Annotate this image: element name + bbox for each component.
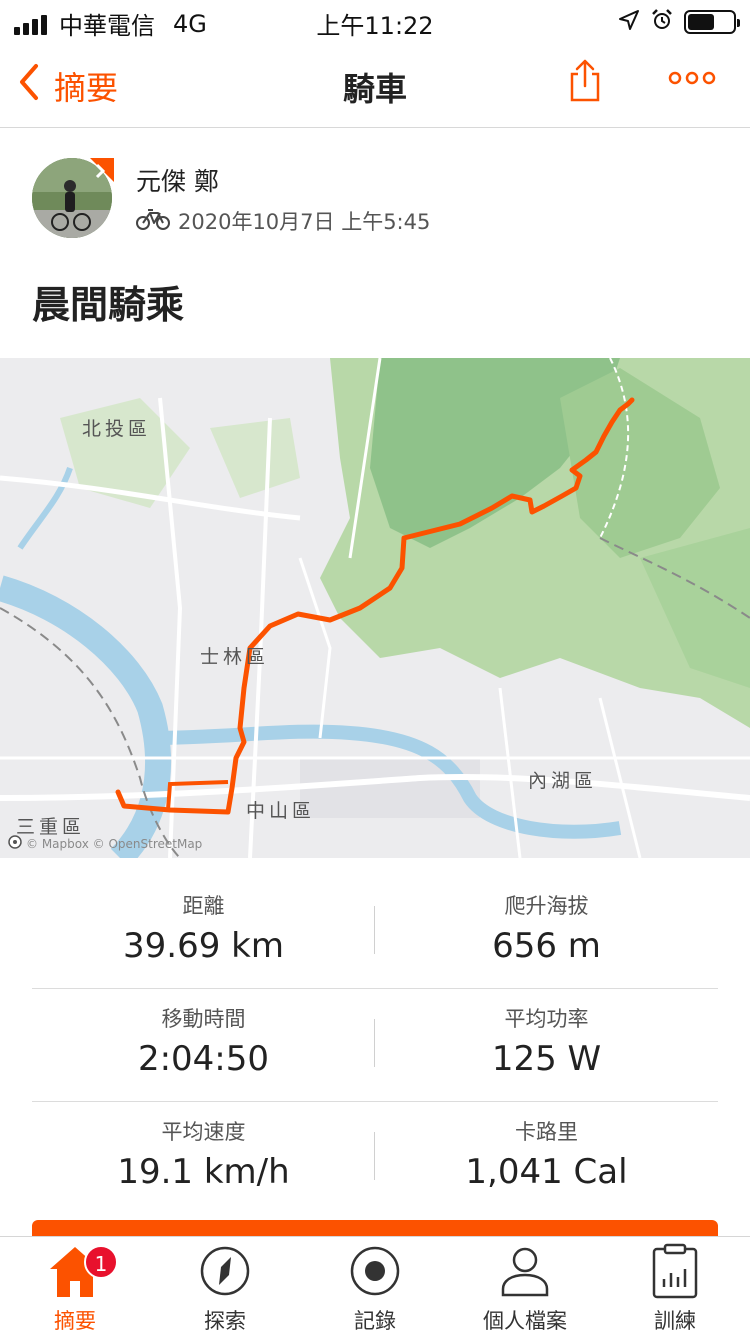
tab-label: 探索 xyxy=(204,1309,246,1333)
training-icon xyxy=(651,1243,699,1303)
stats-row: 距離 39.69 km 爬升海拔 656 m xyxy=(32,876,718,989)
info-icon xyxy=(8,835,22,852)
tab-profile[interactable]: 個人檔案 xyxy=(450,1243,600,1335)
status-bar: 中華電信 4G 上午11:22 xyxy=(0,0,750,40)
stat-value: 19.1 km/h xyxy=(117,1152,290,1192)
tab-record[interactable]: 記錄 xyxy=(300,1243,450,1335)
stats-row: 移動時間 2:04:50 平均功率 125 W xyxy=(32,989,718,1102)
tab-summary[interactable]: 1 摘要 xyxy=(0,1243,150,1335)
stat-value: 1,041 Cal xyxy=(465,1152,628,1192)
share-icon xyxy=(566,59,604,108)
stat-avg-power: 平均功率 125 W xyxy=(375,1003,718,1079)
stat-label: 平均速度 xyxy=(161,1120,246,1144)
stat-calories: 卡路里 1,041 Cal xyxy=(375,1116,718,1192)
compass-icon xyxy=(199,1245,251,1301)
notification-badge: 1 xyxy=(84,1245,118,1279)
chevron-left-icon xyxy=(16,62,42,110)
stat-value: 125 W xyxy=(491,1039,602,1079)
stats-row: 平均速度 19.1 km/h 卡路里 1,041 Cal xyxy=(32,1102,718,1215)
tab-explore[interactable]: 探索 xyxy=(150,1243,300,1335)
more-button[interactable] xyxy=(668,70,716,90)
stat-label: 卡路里 xyxy=(515,1120,578,1144)
stat-avg-speed: 平均速度 19.1 km/h xyxy=(32,1116,375,1192)
map-label-neihu: 內湖區 xyxy=(528,770,598,792)
activity-datetime: 2020年10月7日 上午5:45 xyxy=(178,210,431,234)
stat-distance: 距離 39.69 km xyxy=(32,890,375,966)
tab-label: 個人檔案 xyxy=(483,1309,567,1333)
more-icon xyxy=(668,71,716,90)
tab-label: 訓練 xyxy=(654,1309,696,1333)
tab-training[interactable]: 訓練 xyxy=(600,1243,750,1335)
map-label-beitou: 北投區 xyxy=(82,418,152,440)
stat-label: 平均功率 xyxy=(504,1007,589,1031)
athlete-header: 元傑 鄭 2020年10月7日 上午5:45 xyxy=(32,158,722,248)
nav-bar: 摘要 騎車 xyxy=(0,40,750,128)
stat-value: 656 m xyxy=(492,926,601,966)
stat-label: 移動時間 xyxy=(161,1007,246,1031)
subscriber-badge-icon xyxy=(88,156,118,190)
map-label-zhongshan: 中山區 xyxy=(246,800,316,822)
stat-value: 39.69 km xyxy=(123,926,284,966)
tab-label: 摘要 xyxy=(54,1309,96,1333)
back-label: 摘要 xyxy=(54,69,119,107)
alarm-icon xyxy=(650,8,674,36)
map-label-shilin: 士林區 xyxy=(200,646,270,668)
route-map[interactable]: 北投區 士林區 內湖區 中山區 三重區 © Mapbox © OpenStree… xyxy=(0,358,750,858)
activity-title: 晨間騎乘 xyxy=(32,283,185,327)
tab-bar: 1 摘要 探索 記錄 個人檔案 訓練 xyxy=(0,1236,750,1334)
record-icon xyxy=(349,1245,401,1301)
tab-label: 記錄 xyxy=(354,1309,396,1333)
stat-label: 爬升海拔 xyxy=(504,894,589,918)
back-button[interactable]: 摘要 xyxy=(16,62,118,110)
stat-value: 2:04:50 xyxy=(137,1039,270,1079)
stats-grid: 距離 39.69 km 爬升海拔 656 m 移動時間 2:04:50 平均功率… xyxy=(32,876,718,1215)
location-arrow-icon xyxy=(618,9,640,35)
stat-elevation: 爬升海拔 656 m xyxy=(375,890,718,966)
battery-icon xyxy=(684,10,740,34)
athlete-name[interactable]: 元傑 鄭 xyxy=(136,162,219,198)
profile-icon xyxy=(499,1245,551,1301)
activity-meta: 2020年10月7日 上午5:45 xyxy=(136,206,430,236)
stat-label: 距離 xyxy=(182,894,225,918)
bike-icon xyxy=(136,207,170,236)
stat-moving-time: 移動時間 2:04:50 xyxy=(32,1003,375,1079)
map-attribution[interactable]: © Mapbox © OpenStreetMap xyxy=(8,835,202,852)
share-button[interactable] xyxy=(566,58,604,108)
map-attribution-text: © Mapbox © OpenStreetMap xyxy=(26,836,203,851)
